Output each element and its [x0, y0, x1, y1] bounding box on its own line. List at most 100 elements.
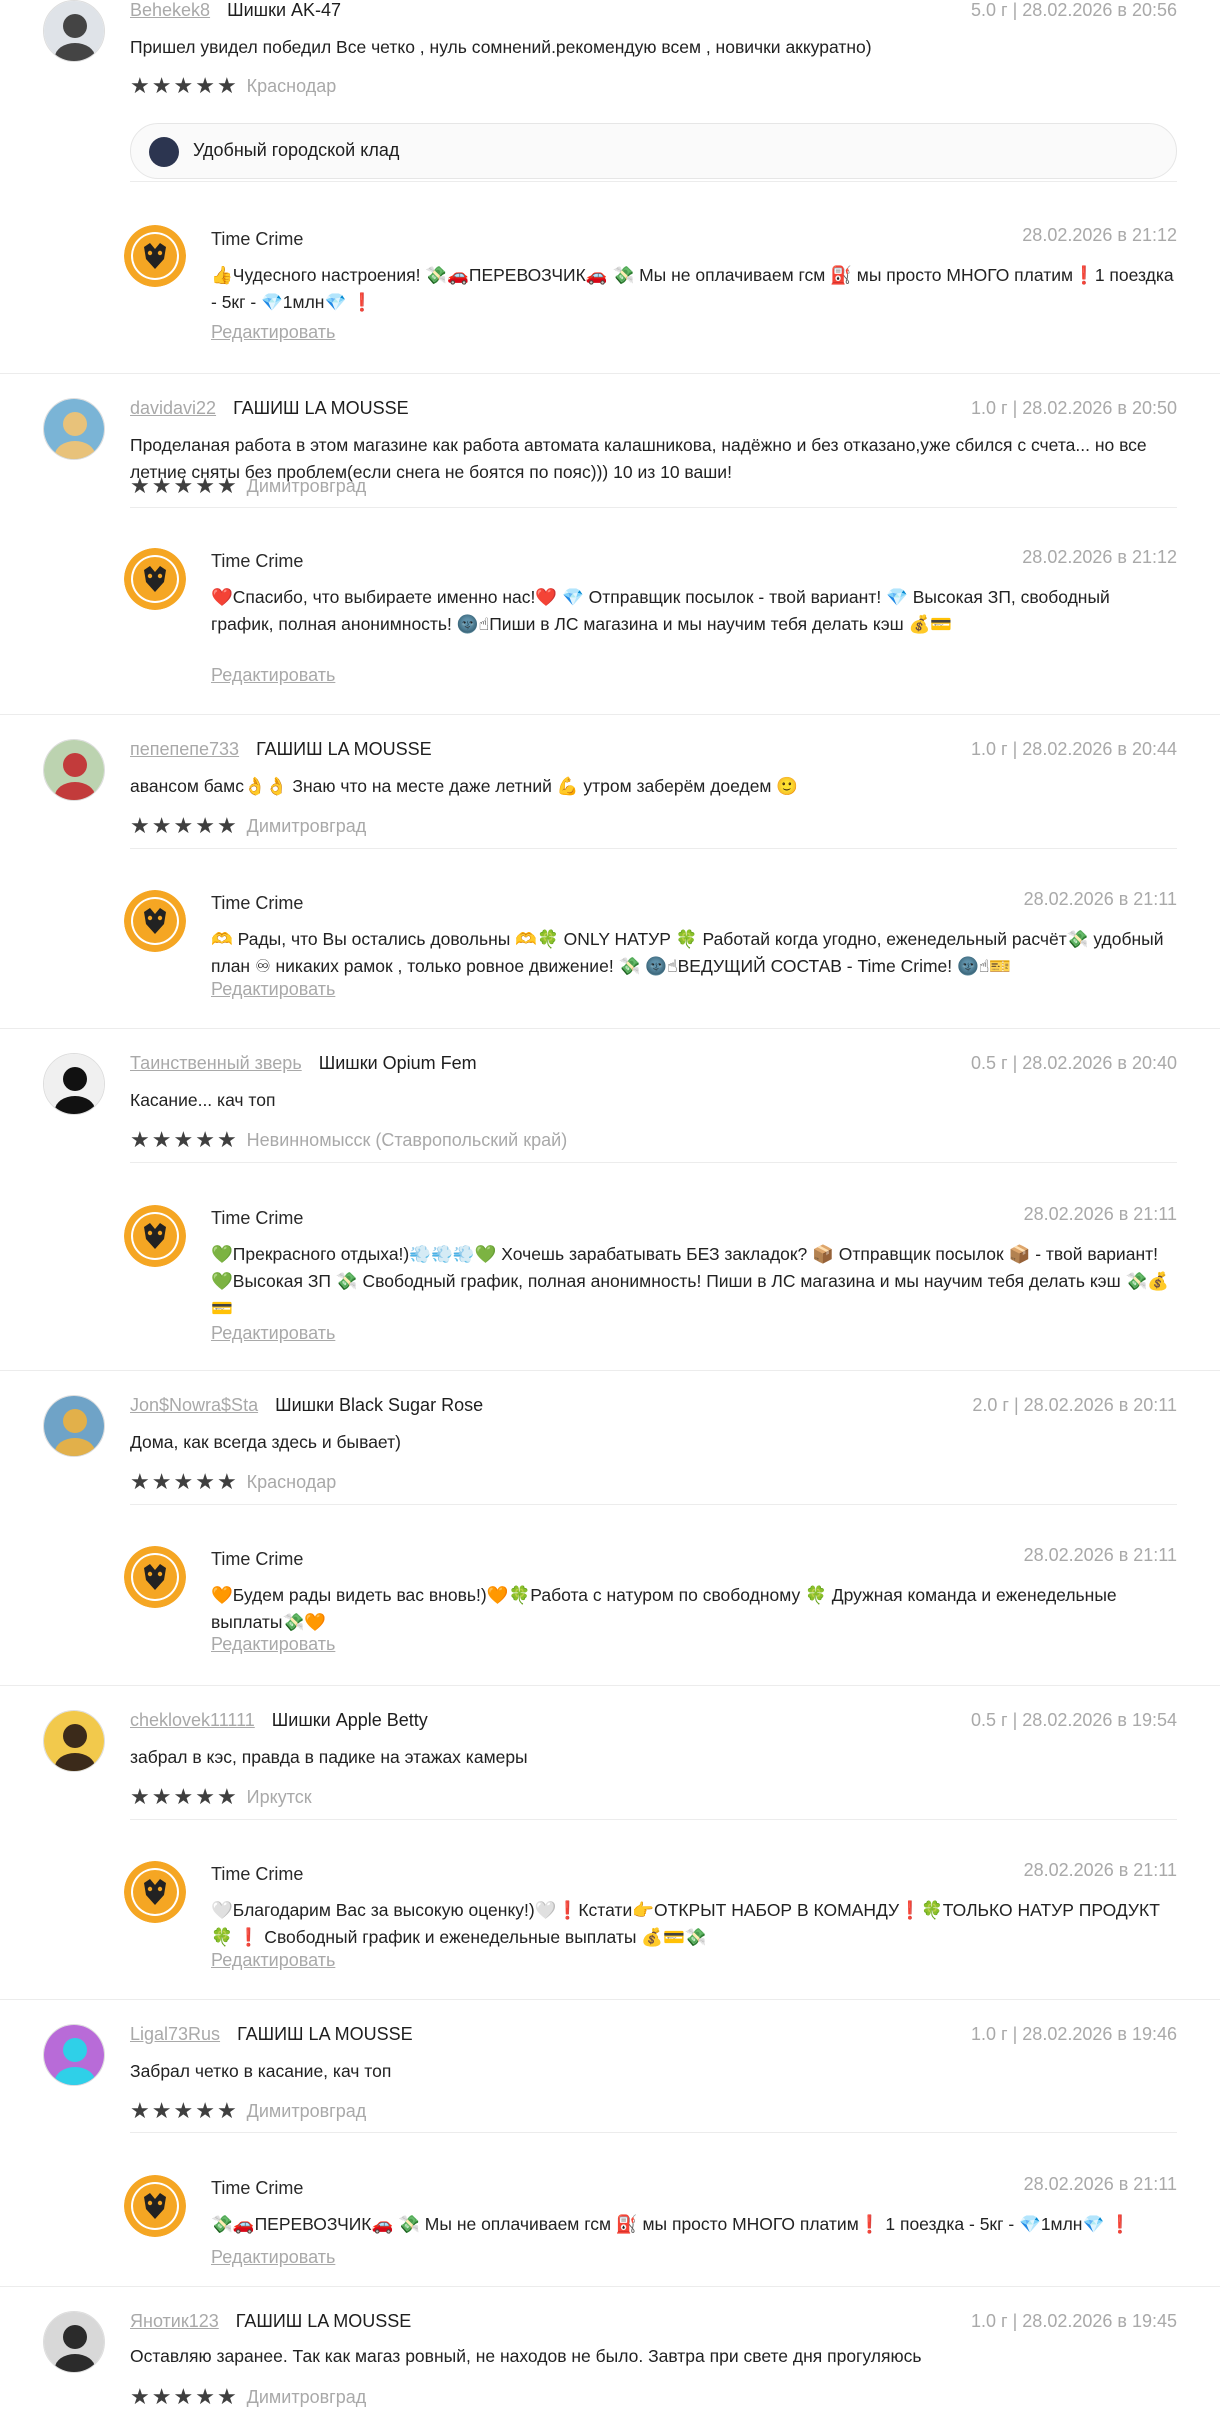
product-name: ГАШИШ LA MOUSSE: [233, 398, 409, 418]
review-item: Таинственный зверь Шишки Opium Fem 0.5 г…: [0, 1028, 1220, 1370]
review-username-link[interactable]: Behekek8: [130, 0, 210, 20]
edit-reply-link[interactable]: Редактировать: [211, 1634, 335, 1655]
review-item: Янотик123 ГАШИШ LA MOUSSE 1.0 г | 28.02.…: [0, 2286, 1220, 2428]
review-meta: 5.0 г | 28.02.2026 в 20:56: [971, 0, 1177, 20]
rating: ★ ★ ★ ★ ★ Краснодар: [130, 1470, 336, 1494]
reply-timestamp: 28.02.2026 в 21:12: [1022, 225, 1177, 245]
star-icon: ★: [130, 1127, 150, 1152]
star-icon: ★: [173, 1127, 194, 1152]
product-name: Шишки AK-47: [227, 0, 342, 20]
reply-timestamp: 28.02.2026 в 21:12: [1022, 547, 1177, 567]
shop-logo: [124, 548, 186, 610]
review-text: Оставляю заранее. Так как магаз ровный, …: [130, 2346, 922, 2366]
reply-text: 🧡Будем рады видеть вас вновь!)🧡🍀Работа с…: [211, 1585, 1117, 1632]
review-username-link[interactable]: Ligal73Rus: [130, 2024, 220, 2044]
rating: ★ ★ ★ ★ ★ Димитровград: [130, 2099, 366, 2123]
edit-reply-link[interactable]: Редактировать: [211, 1950, 335, 1971]
star-icon: ★: [195, 2384, 215, 2409]
star-icon: ★: [151, 1469, 172, 1494]
shop-name: Time Crime: [211, 893, 304, 913]
shop-name: Time Crime: [211, 1208, 304, 1228]
product-name: ГАШИШ LA MOUSSE: [237, 2024, 413, 2044]
star-icon: ★: [130, 1469, 150, 1494]
review-username-link[interactable]: Таинственный зверь: [130, 1053, 302, 1073]
shop-name: Time Crime: [211, 551, 304, 571]
star-icon: ★: [151, 2384, 172, 2409]
review-header: Янотик123 ГАШИШ LA MOUSSE 1.0 г | 28.02.…: [130, 2311, 1177, 2335]
edit-reply-link[interactable]: Редактировать: [211, 979, 335, 1000]
edit-reply-link[interactable]: Редактировать: [211, 665, 335, 686]
shop-name: Time Crime: [211, 1864, 304, 1884]
review-text: Пришел увидел победил Все четко , нуль с…: [130, 37, 872, 57]
star-icon: ★: [151, 73, 172, 98]
edit-reply-link[interactable]: Редактировать: [211, 2247, 335, 2268]
review-meta: 1.0 г | 28.02.2026 в 19:46: [971, 2024, 1177, 2044]
star-icon: ★: [216, 813, 237, 838]
shop-name: Time Crime: [211, 2178, 304, 2198]
review-username-link[interactable]: Янотик123: [130, 2311, 219, 2331]
star-icon: ★: [195, 2098, 215, 2123]
rating: ★ ★ ★ ★ ★ Иркутск: [130, 1785, 312, 1809]
review-meta: 1.0 г | 28.02.2026 в 20:50: [971, 398, 1177, 418]
review-city: Невинномысск (Ставропольский край): [246, 1129, 568, 1150]
user-avatar[interactable]: [43, 1395, 105, 1457]
star-icon: ★: [151, 473, 172, 498]
star-icon: ★: [216, 73, 237, 98]
star-icon: ★: [130, 473, 150, 498]
shop-logo: [124, 2175, 186, 2237]
star-icon: ★: [195, 1469, 215, 1494]
reply-text: 💚Прекрасного отдыха!)💨💨💨💚 Хочешь зарабат…: [211, 1244, 1170, 1318]
review-city: Краснодар: [246, 1471, 337, 1492]
user-avatar[interactable]: [43, 2024, 105, 2086]
review-username-link[interactable]: пепепепе733: [130, 739, 239, 759]
user-avatar[interactable]: [43, 0, 105, 62]
review-meta: 0.5 г | 28.02.2026 в 19:54: [971, 1710, 1177, 1730]
review-username-link[interactable]: cheklovek11111: [130, 1710, 255, 1730]
star-icon: ★: [216, 2384, 237, 2409]
reply-timestamp: 28.02.2026 в 21:11: [1023, 1204, 1177, 1224]
star-icon: ★: [173, 73, 194, 98]
review-text: Касание... кач топ: [130, 1090, 276, 1110]
user-avatar[interactable]: [43, 739, 105, 801]
star-icon: ★: [151, 1127, 172, 1152]
review-text: авансом бамс👌👌 Знаю что на месте даже ле…: [130, 776, 799, 796]
user-avatar[interactable]: [43, 1053, 105, 1115]
edit-reply-link[interactable]: Редактировать: [211, 1323, 335, 1344]
review-header: Таинственный зверь Шишки Opium Fem 0.5 г…: [130, 1053, 1177, 1077]
review-item: пепепепе733 ГАШИШ LA MOUSSE 1.0 г | 28.0…: [0, 714, 1220, 1028]
reply-divider: [130, 1819, 1177, 1820]
shop-name: Time Crime: [211, 1549, 304, 1569]
star-icon: ★: [151, 2098, 172, 2123]
review-city: Димитровград: [246, 815, 367, 836]
review-header: davidavi22 ГАШИШ LA MOUSSE 1.0 г | 28.02…: [130, 398, 1177, 422]
review-item: cheklovek11111 Шишки Apple Betty 0.5 г |…: [0, 1685, 1220, 1999]
star-icon: ★: [151, 1784, 172, 1809]
star-icon: ★: [195, 813, 215, 838]
review-city: Иркутск: [246, 1786, 312, 1807]
review-city: Краснодар: [246, 75, 337, 96]
product-name: ГАШИШ LA MOUSSE: [256, 739, 432, 759]
edit-reply-link[interactable]: Редактировать: [211, 322, 335, 343]
reply-divider: [130, 848, 1177, 849]
rating: ★ ★ ★ ★ ★ Краснодар: [130, 74, 336, 98]
star-icon: ★: [195, 473, 215, 498]
shop-logo: [124, 225, 186, 287]
reply-text: ❤️Спасибо, что выбираете именно нас!❤️ 💎…: [211, 587, 1110, 634]
shop-name: Time Crime: [211, 229, 304, 249]
star-icon: ★: [130, 73, 150, 98]
user-avatar[interactable]: [43, 2311, 105, 2373]
review-header: Jon$Nowra$Sta Шишки Black Sugar Rose 2.0…: [130, 1395, 1177, 1419]
star-icon: ★: [216, 473, 237, 498]
review-username-link[interactable]: Jon$Nowra$Sta: [130, 1395, 258, 1415]
star-icon: ★: [173, 2098, 194, 2123]
user-avatar[interactable]: [43, 398, 105, 460]
user-avatar[interactable]: [43, 1710, 105, 1772]
reply-divider: [130, 181, 1177, 182]
review-username-link[interactable]: davidavi22: [130, 398, 216, 418]
star-icon: ★: [130, 2098, 150, 2123]
review-city: Димитровград: [246, 475, 367, 496]
shop-logo: [124, 1861, 186, 1923]
star-icon: ★: [216, 1784, 237, 1809]
star-icon: ★: [195, 73, 215, 98]
review-item: Jon$Nowra$Sta Шишки Black Sugar Rose 2.0…: [0, 1370, 1220, 1685]
